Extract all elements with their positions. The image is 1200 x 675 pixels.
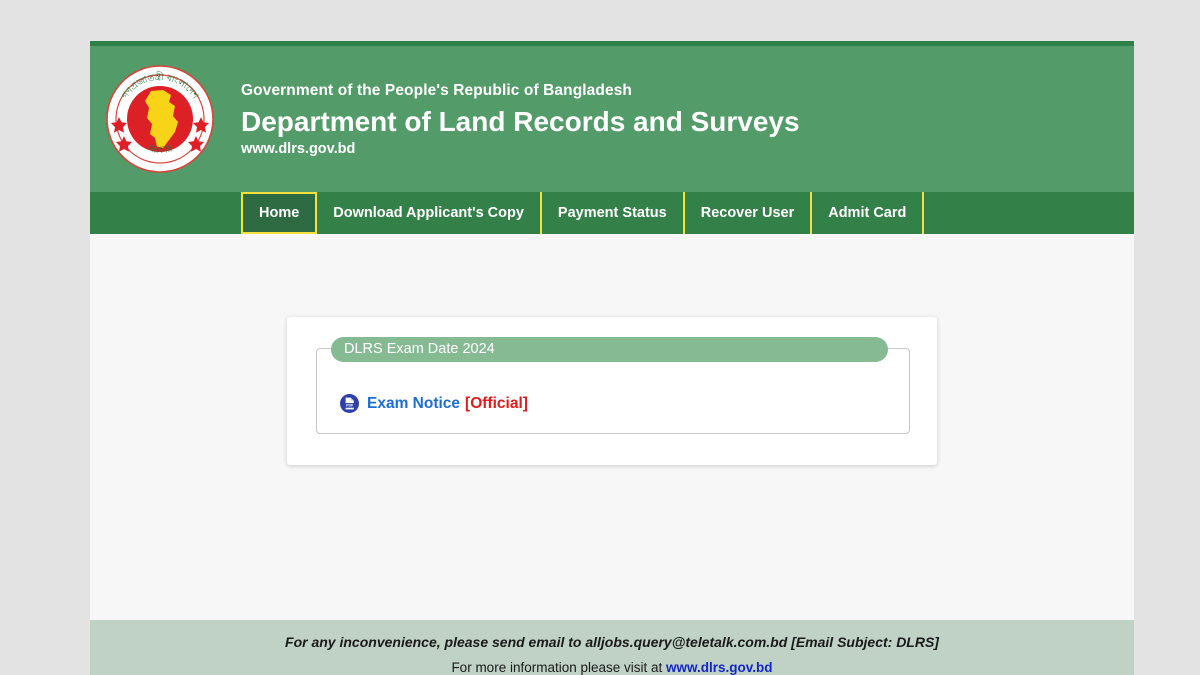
page-title: Department of Land Records and Surveys (241, 105, 800, 137)
official-badge: [Official] (465, 394, 528, 412)
page-container: গণপ্রজাতন্ত্রী বাংলাদেশ সরকার Government… (90, 41, 1134, 675)
notice-card: DLRS Exam Date 2024 PDF Exam Notice [Off… (287, 317, 937, 465)
footer-info-prefix: For more information please visit at (451, 660, 667, 675)
nav-item-recover-user[interactable]: Recover User (682, 192, 813, 234)
site-footer: For any inconvenience, please send email… (90, 620, 1134, 675)
exam-date-panel: DLRS Exam Date 2024 PDF Exam Notice [Off… (316, 337, 910, 434)
nav-item-payment-status[interactable]: Payment Status (539, 192, 685, 234)
main-content-area: DLRS Exam Date 2024 PDF Exam Notice [Off… (90, 234, 1134, 620)
svg-text:PDF: PDF (346, 404, 354, 408)
main-navigation: Home Download Applicant's Copy Payment S… (90, 192, 1134, 234)
panel-heading: DLRS Exam Date 2024 (331, 337, 888, 362)
footer-contact-line: For any inconvenience, please send email… (285, 634, 939, 650)
header-text-block: Government of the People's Republic of B… (241, 81, 800, 158)
header-website-url: www.dlrs.gov.bd (241, 141, 356, 158)
panel-body: PDF Exam Notice [Official] (317, 374, 909, 433)
footer-website-link[interactable]: www.dlrs.gov.bd (666, 660, 773, 675)
exam-notice-link[interactable]: Exam Notice (367, 395, 460, 413)
nav-item-download-applicants-copy[interactable]: Download Applicant's Copy (315, 192, 542, 234)
footer-info-line: For more information please visit at www… (90, 660, 1134, 675)
pdf-icon[interactable]: PDF (340, 394, 359, 413)
bangladesh-national-emblem-icon: গণপ্রজাতন্ত্রী বাংলাদেশ সরকার (105, 64, 215, 174)
government-line: Government of the People's Republic of B… (241, 81, 632, 99)
nav-item-home[interactable]: Home (241, 192, 318, 234)
nav-item-admit-card[interactable]: Admit Card (810, 192, 925, 234)
site-header: গণপ্রজাতন্ত্রী বাংলাদেশ সরকার Government… (90, 46, 1134, 192)
